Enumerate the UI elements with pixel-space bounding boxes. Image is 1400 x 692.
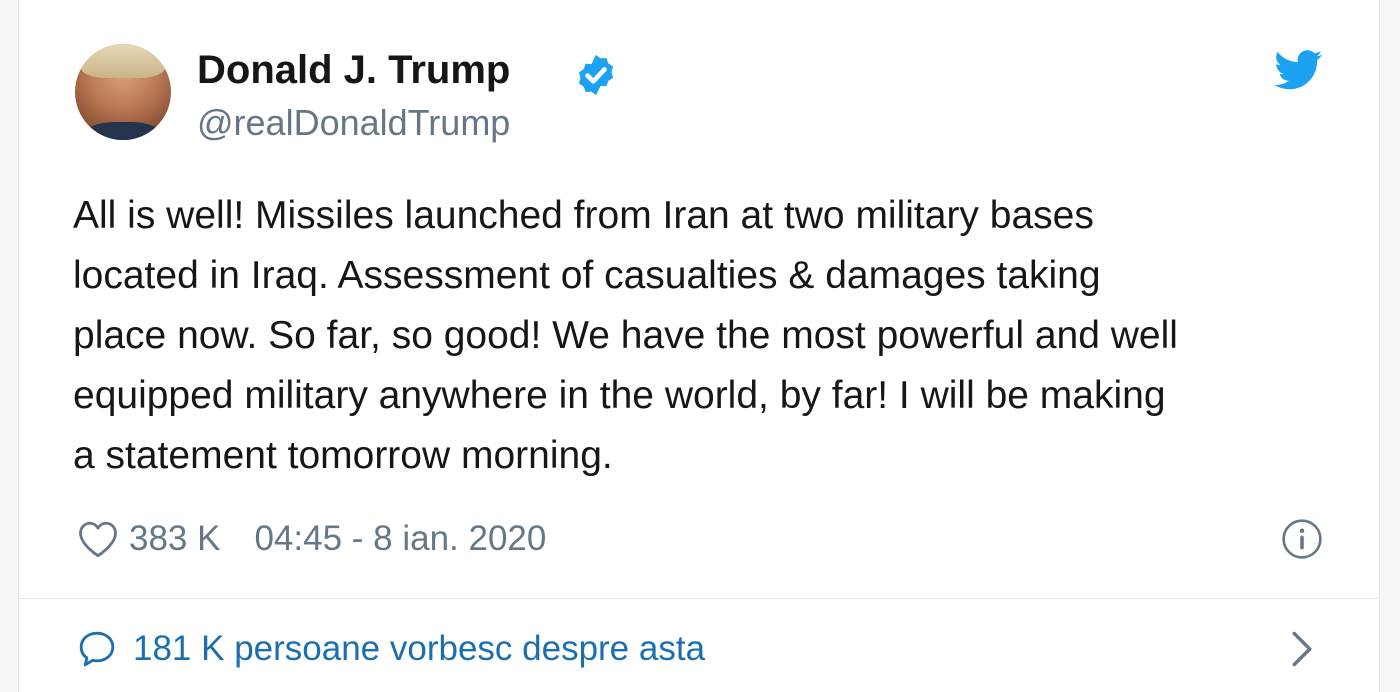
speech-bubble-icon (79, 631, 115, 667)
conversation-label: 181 K persoane vorbesc despre asta (133, 629, 706, 668)
heart-icon[interactable] (77, 519, 119, 559)
tweet-card: Donald J. Trump @realDonaldTrump All is … (18, 0, 1380, 692)
tweet-text-line: a statement tomorrow morning. (73, 434, 613, 477)
verified-badge-icon (578, 54, 614, 96)
tweet-text-line: All is well! Missiles launched from Iran… (73, 194, 1094, 237)
avatar-collar (85, 122, 161, 140)
conversation-link[interactable]: 181 K persoane vorbesc despre asta (77, 626, 705, 672)
info-icon[interactable] (1281, 518, 1323, 560)
divider (19, 598, 1379, 599)
twitter-bird-icon[interactable] (1275, 50, 1323, 90)
tweet-text-line: place now. So far, so good! We have the … (73, 314, 1178, 357)
avatar[interactable] (75, 44, 171, 140)
tweet-text-line: equipped military anywhere in the world,… (73, 374, 1166, 417)
timestamp[interactable]: 04:45 - 8 ian. 2020 (254, 519, 546, 559)
tweet-text-line: located in Iraq. Assessment of casualtie… (73, 254, 1101, 297)
avatar-hair (81, 44, 165, 78)
author-handle[interactable]: @realDonaldTrump (197, 102, 510, 144)
like-count[interactable]: 383 K (129, 519, 220, 559)
tweet-meta: 383 K 04:45 - 8 ian. 2020 (77, 516, 546, 562)
chevron-right-icon[interactable] (1289, 630, 1315, 668)
tweet-text: All is well! Missiles launched from Iran… (73, 186, 1333, 486)
author-name[interactable]: Donald J. Trump (197, 48, 510, 93)
